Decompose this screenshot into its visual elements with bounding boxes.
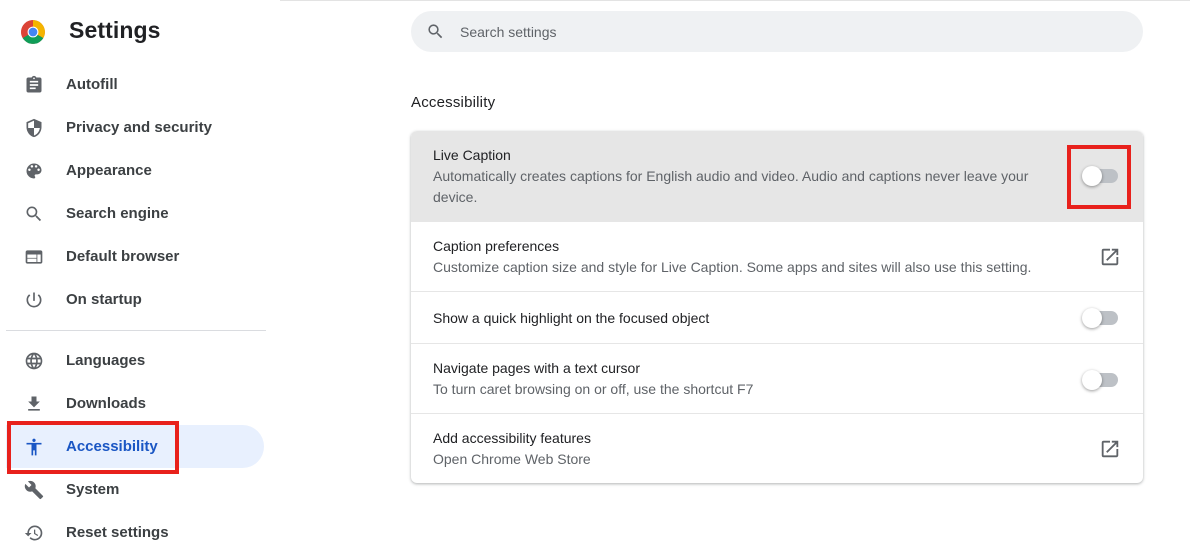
toggle-knob	[1082, 370, 1102, 390]
sidebar-item-default-browser[interactable]: Default browser	[6, 235, 264, 278]
sidebar-item-reset-settings[interactable]: Reset settings	[6, 511, 264, 554]
sidebar-item-accessibility[interactable]: Accessibility	[6, 425, 264, 468]
live-caption-toggle[interactable]	[1082, 166, 1118, 186]
sidebar-item-label: Privacy and security	[66, 119, 212, 136]
sidebar-item-label: Downloads	[66, 395, 147, 412]
section-title: Accessibility	[411, 94, 496, 111]
sidebar-item-system[interactable]: System	[6, 468, 264, 511]
brand: Settings	[20, 16, 160, 48]
sidebar-item-label: Accessibility	[66, 438, 158, 455]
restore-icon	[23, 522, 45, 544]
search-input[interactable]	[460, 11, 1120, 52]
search-icon	[23, 203, 45, 225]
sidebar-item-label: Autofill	[66, 76, 118, 93]
palette-icon	[23, 160, 45, 182]
setting-title: Add accessibility features	[433, 430, 591, 446]
page-title: Settings	[69, 17, 161, 43]
download-icon	[23, 393, 45, 415]
clipboard-icon	[23, 74, 45, 96]
sidebar-item-downloads[interactable]: Downloads	[6, 382, 264, 425]
power-icon	[23, 289, 45, 311]
setting-title: Navigate pages with a text cursor	[433, 360, 640, 376]
sidebar-item-languages[interactable]: Languages	[6, 339, 264, 382]
setting-row-add-accessibility-features[interactable]: Add accessibility features Open Chrome W…	[411, 413, 1143, 483]
browser-window-icon	[23, 246, 45, 268]
setting-title: Live Caption	[433, 147, 511, 163]
sidebar-item-label: Appearance	[66, 162, 152, 179]
accessibility-settings-card: Live Caption Automatically creates capti…	[411, 131, 1143, 483]
sidebar-item-on-startup[interactable]: On startup	[6, 278, 264, 321]
setting-row-live-caption[interactable]: Live Caption Automatically creates capti…	[411, 131, 1143, 221]
sidebar-item-label: Search engine	[66, 205, 169, 222]
setting-title: Caption preferences	[433, 238, 560, 254]
chrome-logo-icon	[21, 20, 45, 44]
sidebar-divider	[6, 330, 266, 331]
accessibility-icon	[23, 436, 45, 458]
external-link-icon[interactable]	[1099, 246, 1121, 268]
sidebar-item-search-engine[interactable]: Search engine	[6, 192, 264, 235]
setting-row-focus-highlight[interactable]: Show a quick highlight on the focused ob…	[411, 291, 1143, 343]
toolbar-divider	[280, 0, 1190, 1]
sidebar: Settings Autofill Privacy and security A…	[0, 0, 280, 558]
sidebar-item-privacy-and-security[interactable]: Privacy and security	[6, 106, 264, 149]
sidebar-item-label: On startup	[66, 291, 142, 308]
caret-browsing-toggle[interactable]	[1082, 370, 1118, 390]
sidebar-item-label: Languages	[66, 352, 146, 369]
setting-subtitle: To turn caret browsing on or off, use th…	[433, 381, 754, 397]
setting-title: Show a quick highlight on the focused ob…	[433, 310, 710, 326]
setting-subtitle: Automatically creates captions for Engli…	[433, 168, 1029, 205]
shield-icon	[23, 117, 45, 139]
setting-row-caption-preferences[interactable]: Caption preferences Customize caption si…	[411, 221, 1143, 291]
sidebar-item-label: Reset settings	[66, 524, 169, 541]
sidebar-item-label: System	[66, 481, 120, 498]
sidebar-item-appearance[interactable]: Appearance	[6, 149, 264, 192]
wrench-icon	[23, 479, 45, 501]
focus-highlight-toggle[interactable]	[1082, 308, 1118, 328]
globe-icon	[23, 350, 45, 372]
setting-row-caret-browsing[interactable]: Navigate pages with a text cursor To tur…	[411, 343, 1143, 413]
setting-subtitle: Open Chrome Web Store	[433, 451, 591, 467]
setting-subtitle: Customize caption size and style for Liv…	[433, 259, 1032, 275]
toggle-knob	[1082, 166, 1102, 186]
search-bar[interactable]	[411, 11, 1143, 52]
search-icon	[426, 22, 445, 41]
toggle-knob	[1082, 308, 1102, 328]
external-link-icon[interactable]	[1099, 438, 1121, 460]
sidebar-item-autofill[interactable]: Autofill	[6, 63, 264, 106]
sidebar-item-label: Default browser	[66, 248, 180, 265]
